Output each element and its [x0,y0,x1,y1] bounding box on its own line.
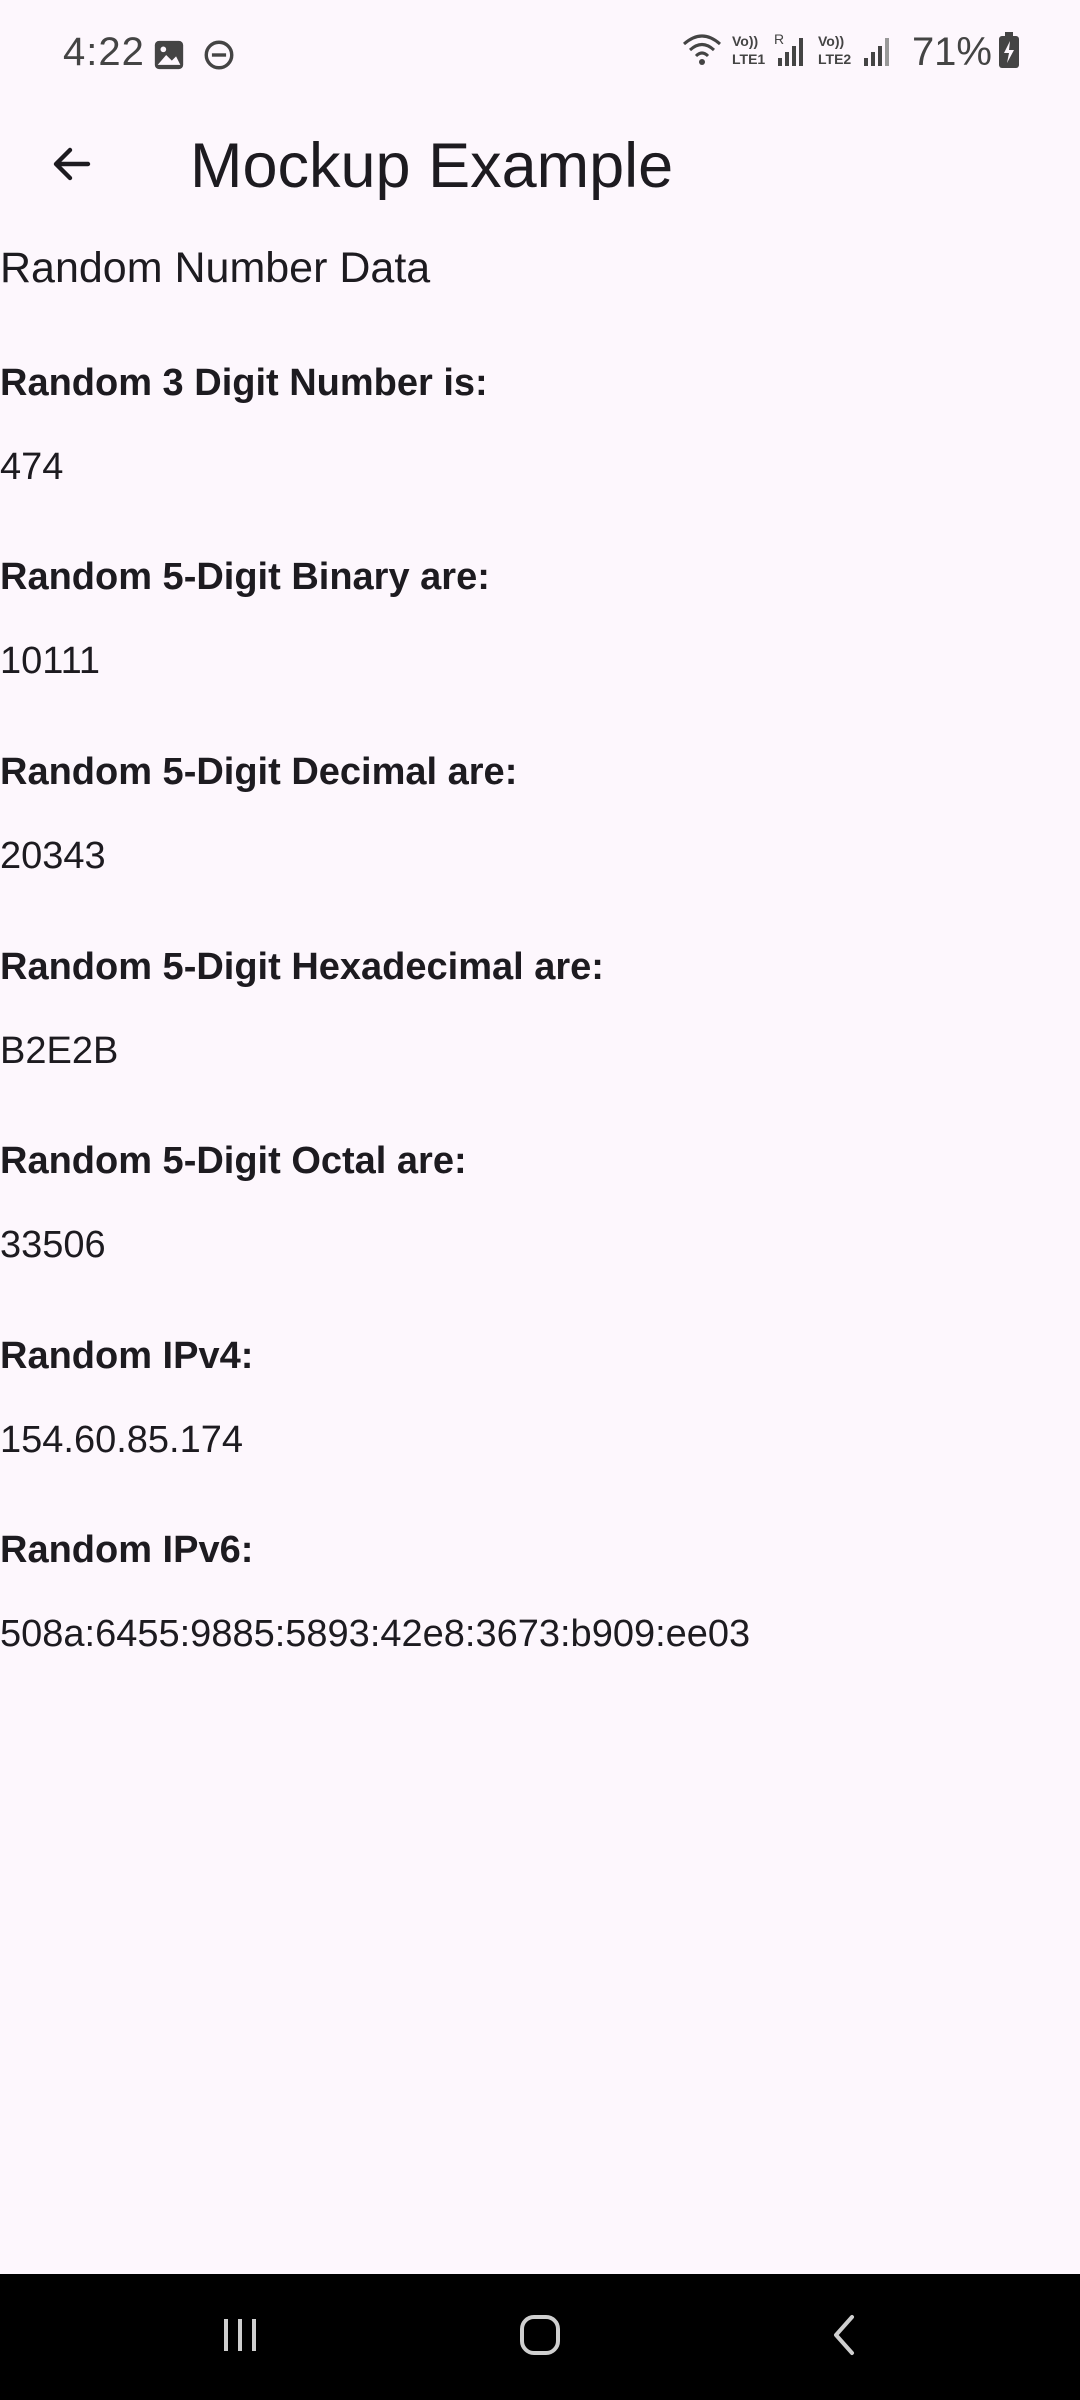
lte1-signal-icon: Vo)) LTE1 R [730,30,810,75]
svg-text:R: R [774,31,784,47]
back-icon [822,2311,866,2364]
svg-text:LTE2: LTE2 [818,51,851,67]
wifi-icon [680,32,724,73]
svg-text:Vo)): Vo)) [732,33,758,49]
item-label-ipv6: Random IPv6: [0,1529,254,1571]
home-button[interactable] [500,2302,580,2372]
battery-percentage: 71% [911,30,992,74]
item-value-3-digit: 474 [0,446,64,488]
item-label-decimal: Random 5-Digit Decimal are: [0,751,518,793]
item-value-ipv6: 508a:6455:9885:5893:42e8:3673:b909:ee03 [0,1613,751,1655]
page-title: Mockup Example [190,131,674,201]
item-label-hexadecimal: Random 5-Digit Hexadecimal are: [0,946,604,988]
recent-apps-icon [218,2313,262,2362]
status-left-icons [152,38,236,77]
status-right-icons: Vo)) LTE1 R Vo)) LTE2 71% [680,30,1020,75]
navigation-bar [0,2274,1080,2400]
nav-back-button[interactable] [804,2302,884,2372]
item-label-3-digit: Random 3 Digit Number is: [0,362,488,404]
home-icon [516,2311,564,2364]
recent-apps-button[interactable] [200,2302,280,2372]
item-label-binary: Random 5-Digit Binary are: [0,556,490,598]
item-value-ipv4: 154.60.85.174 [0,1419,244,1461]
item-value-binary: 10111 [0,640,101,682]
status-bar: 4:22 Vo)) LTE1 R Vo)) LTE2 71% [0,0,1080,112]
section-title: Random Number Data [0,244,431,292]
item-label-ipv4: Random IPv4: [0,1335,254,1377]
status-time: 4:22 [63,30,145,74]
item-label-octal: Random 5-Digit Octal are: [0,1140,467,1182]
item-value-decimal: 20343 [0,835,106,877]
image-icon [152,38,186,77]
back-button[interactable] [32,126,112,206]
item-value-hexadecimal: B2E2B [0,1030,119,1072]
arrow-back-icon [48,140,96,193]
lte2-signal-icon: Vo)) LTE2 [816,30,896,75]
svg-text:Vo)): Vo)) [818,33,844,49]
svg-text:LTE1: LTE1 [732,51,765,67]
app-bar: Mockup Example [0,112,1080,216]
do-not-disturb-icon [202,38,236,77]
battery-charging-icon [998,32,1020,73]
item-value-octal: 33506 [0,1224,106,1266]
